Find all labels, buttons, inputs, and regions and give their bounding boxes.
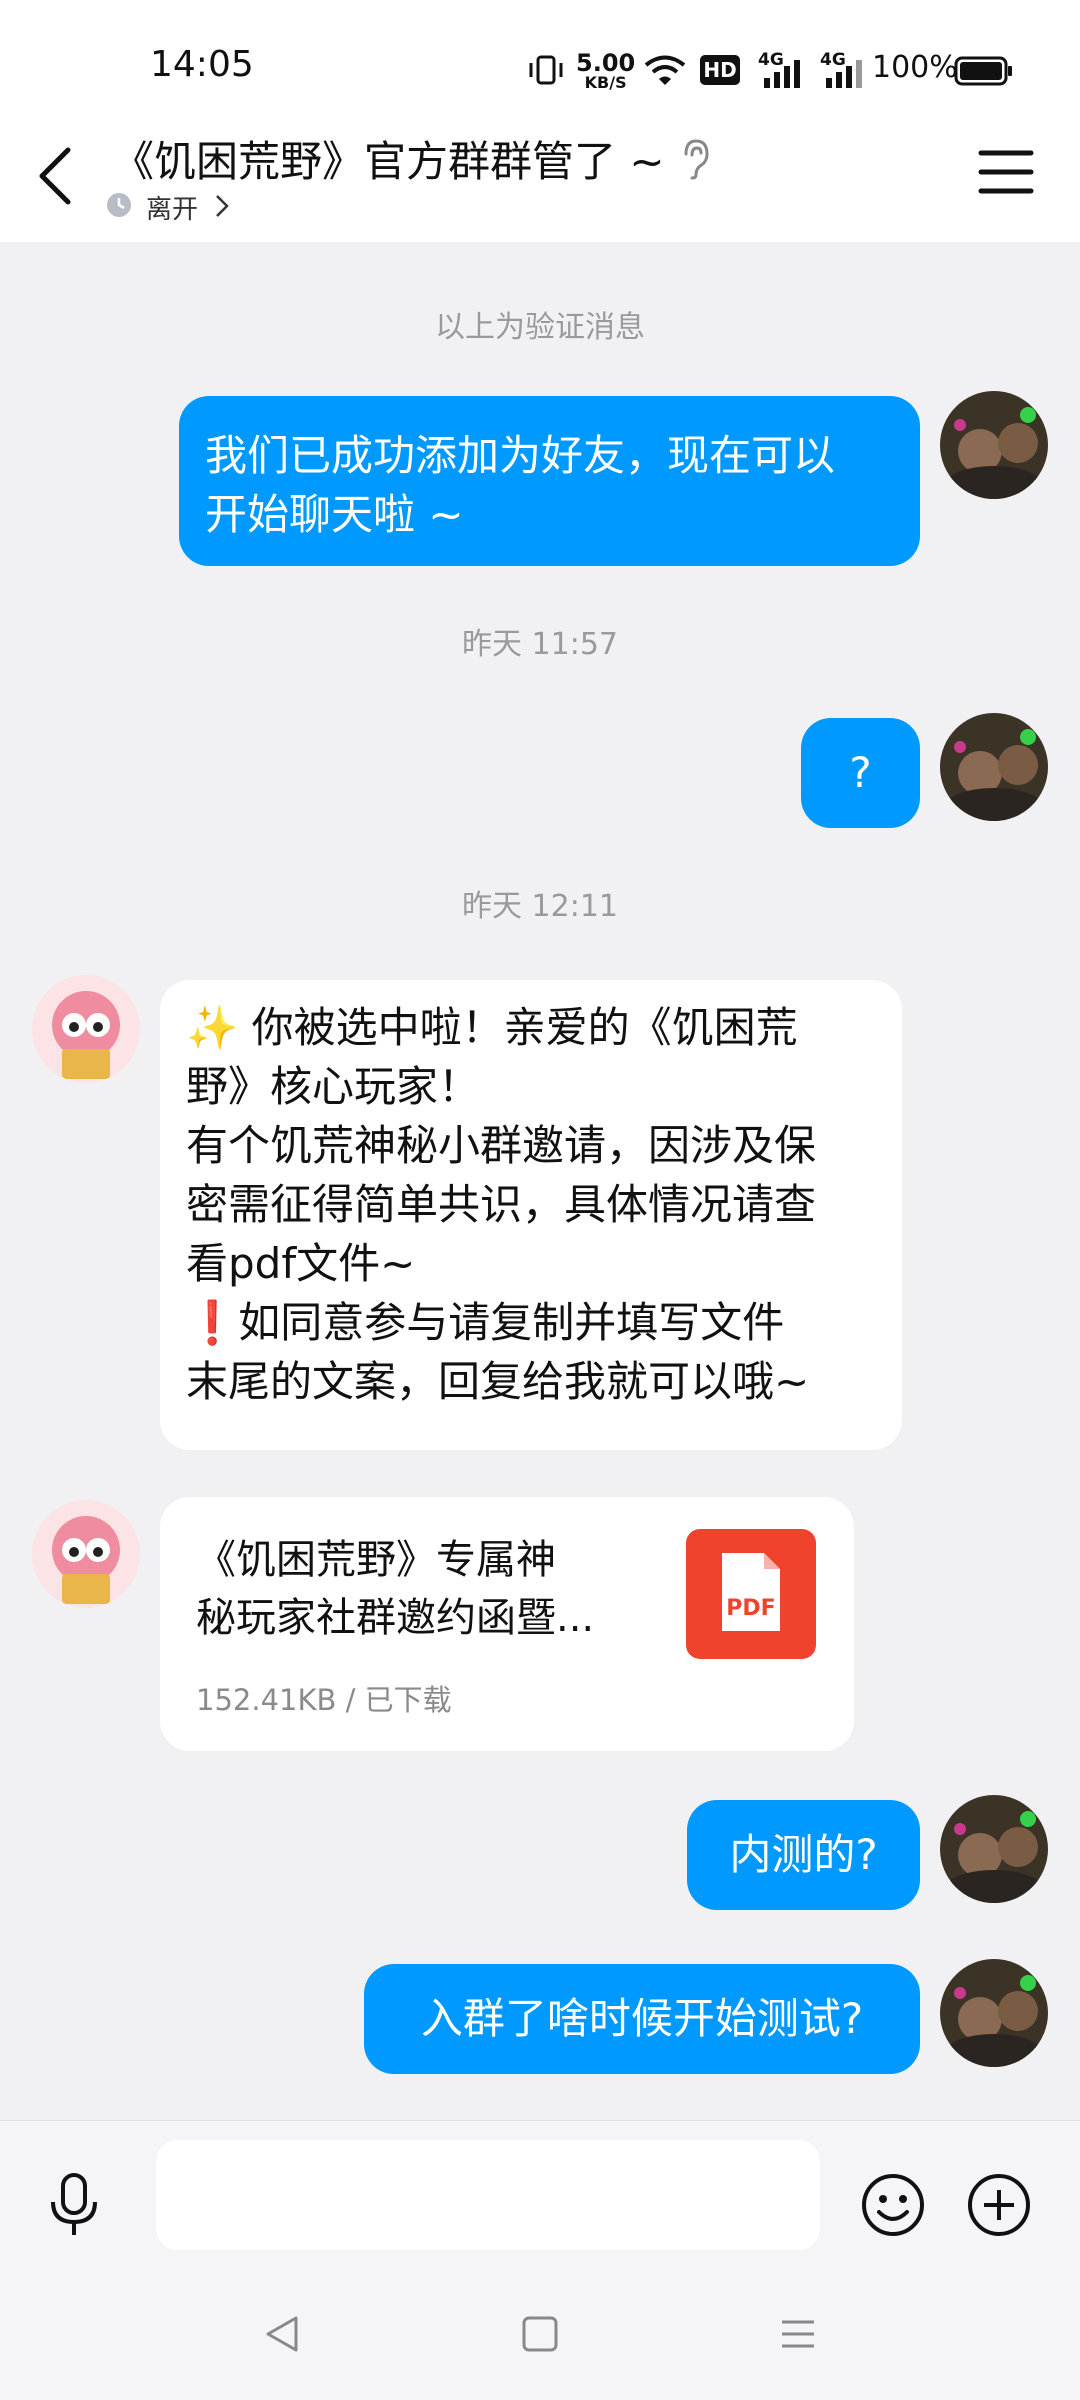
message-text-line: 有个饥荒神秘小群邀请，因涉及保 bbox=[186, 1121, 817, 1170]
message-text-line: ❗如同意参与请复制并填写文件 bbox=[186, 1298, 785, 1347]
message-text: 入群了啥时候开始测试? bbox=[420, 1994, 864, 2043]
signal-icon-2 bbox=[826, 60, 862, 88]
message-bubble[interactable]: ✨ 你被选中啦！亲爱的《饥困荒 野》核心玩家！ 有个饥荒神秘小群邀请，因涉及保 … bbox=[160, 980, 902, 1450]
wifi-icon bbox=[644, 55, 686, 85]
message-text-line: 我们已成功添加为好友，现在可以 bbox=[205, 431, 836, 480]
vibrate-icon bbox=[529, 55, 563, 85]
message-text: ? bbox=[849, 748, 872, 797]
signal-icon-1 bbox=[764, 60, 800, 88]
message-text-line: 看pdf文件~ bbox=[186, 1239, 416, 1288]
message-text-line: ✨ 你被选中啦！亲爱的《饥困荒 bbox=[186, 1003, 798, 1052]
hd-badge: HD bbox=[700, 55, 740, 85]
timestamp: 昨天 11:57 bbox=[462, 627, 618, 662]
file-meta: 152.41KB / 已下载 bbox=[196, 1683, 452, 1717]
contact-avatar[interactable] bbox=[32, 1500, 140, 1608]
nav-back-icon[interactable] bbox=[262, 2314, 302, 2354]
my-avatar[interactable] bbox=[940, 391, 1048, 499]
file-message-card[interactable]: 《饥困荒野》专属神 秘玩家社群邀约函暨... 152.41KB / 已下载 PD… bbox=[160, 1497, 854, 1751]
battery-icon bbox=[954, 56, 1012, 86]
message-bubble[interactable]: ? bbox=[801, 718, 920, 828]
file-name: 《饥困荒野》专属神 秘玩家社群邀约函暨... bbox=[196, 1537, 595, 1641]
nav-home-icon[interactable] bbox=[520, 2314, 560, 2354]
message-text-line: 开始聊天啦 ~ bbox=[205, 490, 464, 539]
message-text-line: 末尾的文案，回复给我就可以哦~ bbox=[186, 1357, 810, 1406]
message-bubble[interactable]: 我们已成功添加为好友，现在可以 开始聊天啦 ~ bbox=[179, 396, 920, 566]
message-input[interactable] bbox=[156, 2140, 820, 2250]
exclamation-icon: ❗ bbox=[186, 1298, 239, 1347]
message-bubble[interactable]: 内测的? bbox=[687, 1800, 920, 1910]
emoji-icon[interactable] bbox=[860, 2172, 926, 2238]
contact-avatar[interactable] bbox=[32, 975, 140, 1083]
sparkles-icon: ✨ bbox=[186, 1003, 239, 1052]
chat-title[interactable]: 《饥困荒野》官方群群管了 ~ bbox=[112, 128, 665, 189]
message-bubble[interactable]: 入群了啥时候开始测试? bbox=[364, 1964, 920, 2074]
pdf-icon: PDF bbox=[686, 1529, 816, 1659]
ear-icon[interactable] bbox=[680, 138, 712, 180]
timestamp: 昨天 12:11 bbox=[462, 889, 618, 924]
menu-icon[interactable] bbox=[978, 148, 1034, 196]
system-notice: 以上为验证消息 bbox=[435, 310, 645, 345]
clock-icon bbox=[107, 193, 131, 217]
plus-icon[interactable] bbox=[966, 2172, 1032, 2238]
status-time: 14:05 bbox=[150, 44, 254, 85]
chat-status-text[interactable]: 离开 bbox=[146, 189, 198, 226]
message-text-line: 野》核心玩家！ bbox=[186, 1062, 481, 1111]
net-speed-indicator: 5.00 KB/S bbox=[576, 49, 636, 92]
battery-percentage: 100% bbox=[872, 50, 958, 85]
microphone-icon[interactable] bbox=[48, 2172, 100, 2238]
chevron-right-icon[interactable] bbox=[214, 193, 230, 219]
nav-menu-icon[interactable] bbox=[778, 2314, 818, 2354]
message-text-line: 密需征得简单共识，具体情况请查 bbox=[186, 1180, 817, 1229]
message-text: 内测的? bbox=[729, 1830, 878, 1879]
my-avatar[interactable] bbox=[940, 713, 1048, 821]
my-avatar[interactable] bbox=[940, 1795, 1048, 1903]
back-arrow-icon[interactable] bbox=[36, 146, 76, 206]
my-avatar[interactable] bbox=[940, 1959, 1048, 2067]
